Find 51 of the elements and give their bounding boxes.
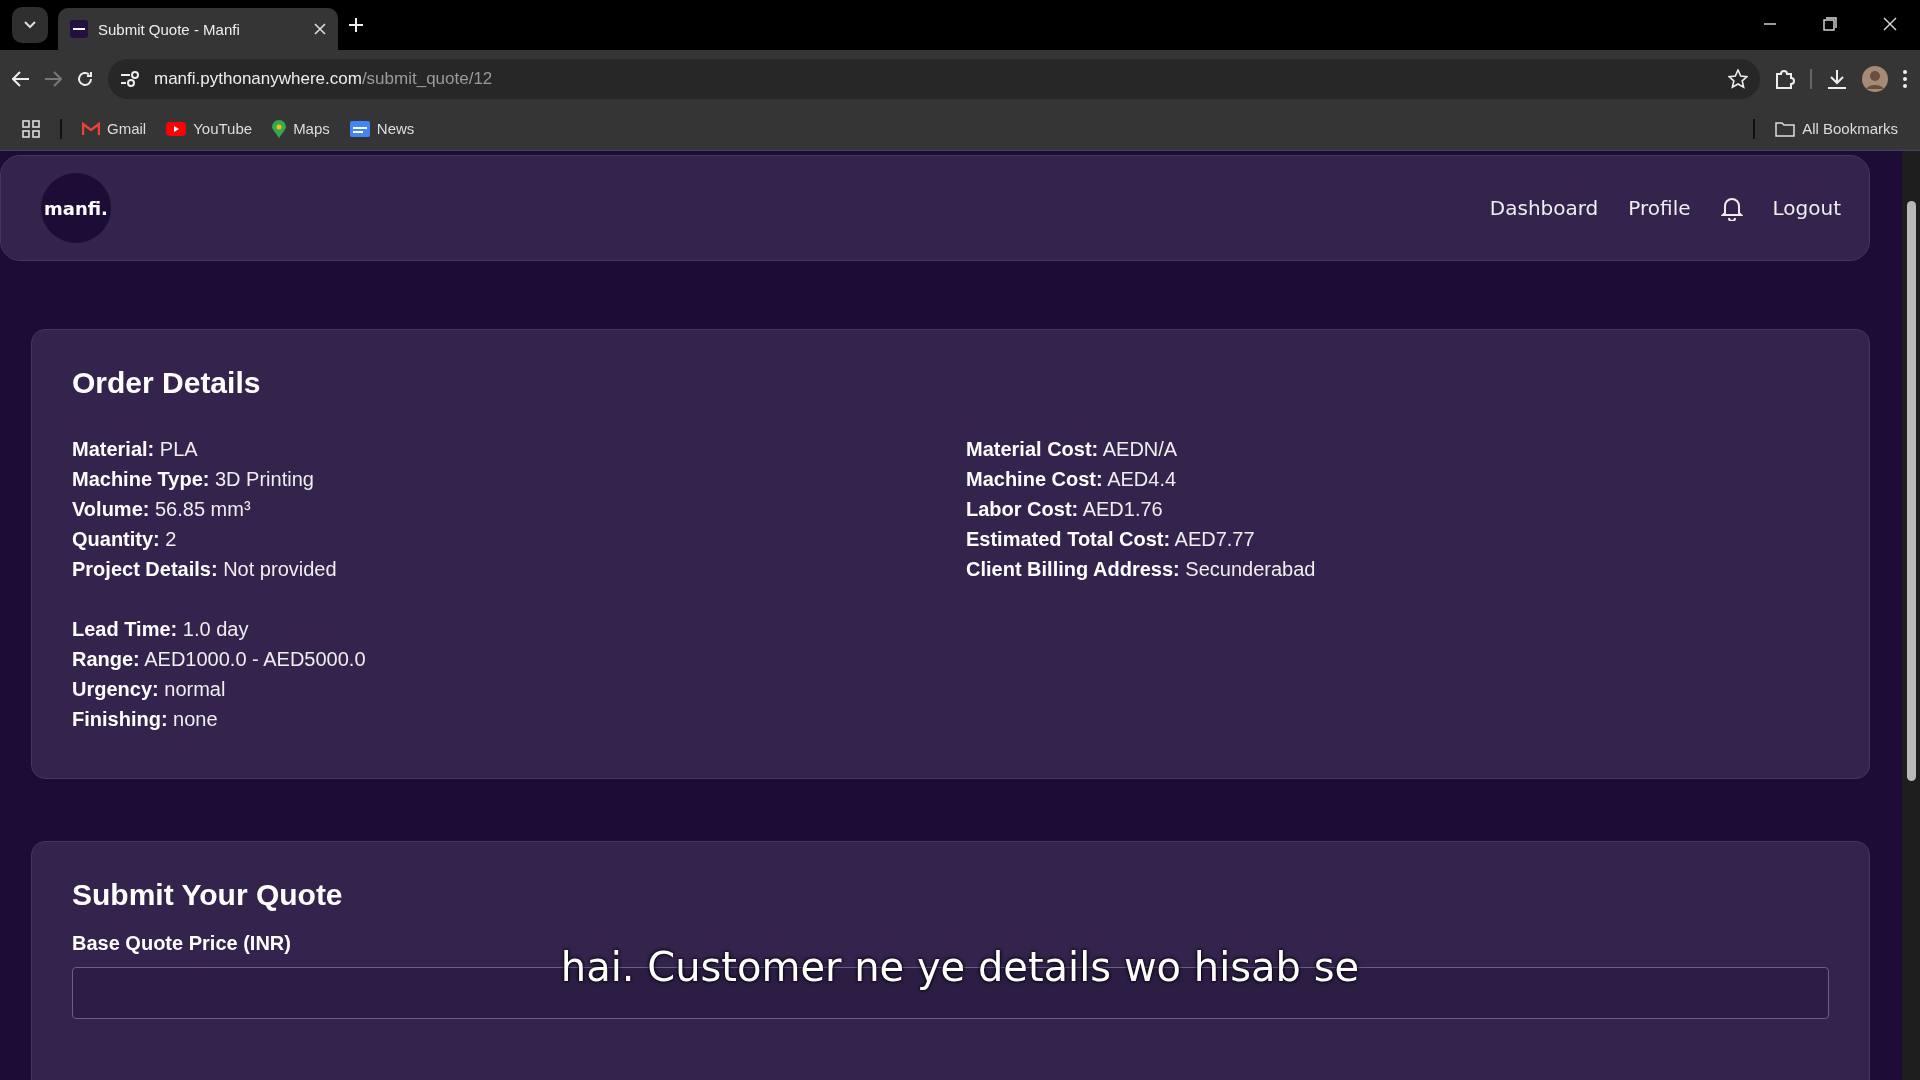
news-icon [349,120,370,137]
detail-text: Quantity: 2 [72,527,178,552]
avatar-icon[interactable] [1862,65,1888,92]
detail-text: Machine Cost: AED4.4 [966,467,1178,492]
bell-icon[interactable] [1720,195,1743,221]
site-settings-icon[interactable] [120,70,140,87]
caret-icon [24,21,36,29]
detail-text: Estimated Total Cost: AED7.77 [966,527,1256,552]
bookmark-link[interactable]: Gmail [107,120,147,137]
detail-text: Project Details: Not provided [72,557,338,582]
video-subtitle: hai. Customer ne ye details wo hisab se [560,944,1360,990]
bookmark-link[interactable]: Maps [293,120,330,137]
site-logo[interactable]: manfi. [41,173,111,243]
detail-text: Machine Type: 3D Printing [72,467,315,492]
bookmark-link[interactable]: YouTube [193,120,253,137]
map-pin-icon [272,119,287,138]
card-title: Submit Your Quote [72,878,344,912]
scrollbar[interactable] [1902,151,1920,1080]
bookmark-link[interactable]: All Bookmarks [1802,120,1898,137]
detail-text: Material Cost: AEDN/A [966,437,1179,462]
close-icon[interactable] [314,23,326,35]
card-title: Order Details [72,366,262,400]
play-icon [166,121,187,136]
puzzle-icon[interactable] [1774,67,1796,90]
nav-link[interactable]: Logout [1772,196,1841,220]
new-tab-icon[interactable] [348,17,364,33]
site-favicon [70,20,88,38]
browser-tab[interactable]: Submit Quote - Manfi [58,8,338,50]
back-icon[interactable] [12,69,30,88]
detail-text: Finishing: none [72,707,219,732]
menu-icon[interactable] [1902,68,1908,89]
forward-icon[interactable] [44,69,62,88]
nav-link[interactable]: Profile [1628,196,1691,220]
detail-text: Lead Time: 1.0 day [72,617,250,642]
download-icon[interactable] [1826,67,1848,90]
nav-link[interactable]: Dashboard [1489,196,1599,220]
detail-text: Client Billing Address: Secunderabad [966,557,1317,582]
detail-text: Range: AED1000.0 - AED5000.0 [72,647,367,672]
detail-text: Urgency: normal [72,677,227,702]
apps-icon[interactable] [22,119,40,138]
detail-text: Volume: 56.85 mm³ [72,497,252,522]
mail-icon [82,121,100,136]
folder-icon [1775,120,1796,137]
field-label: Base Quote Price (INR) [72,932,292,955]
bookmark-link[interactable]: News [376,120,415,137]
tab-search-button[interactable] [12,7,48,43]
detail-text: Material: PLA [72,437,199,462]
address-bar[interactable]: manfi.pythonanywhere.com/submit_quote/12 [108,58,1760,99]
detail-text: Labor Cost: AED1.76 [966,497,1164,522]
reload-icon[interactable] [76,69,94,88]
star-icon[interactable] [1728,68,1748,89]
